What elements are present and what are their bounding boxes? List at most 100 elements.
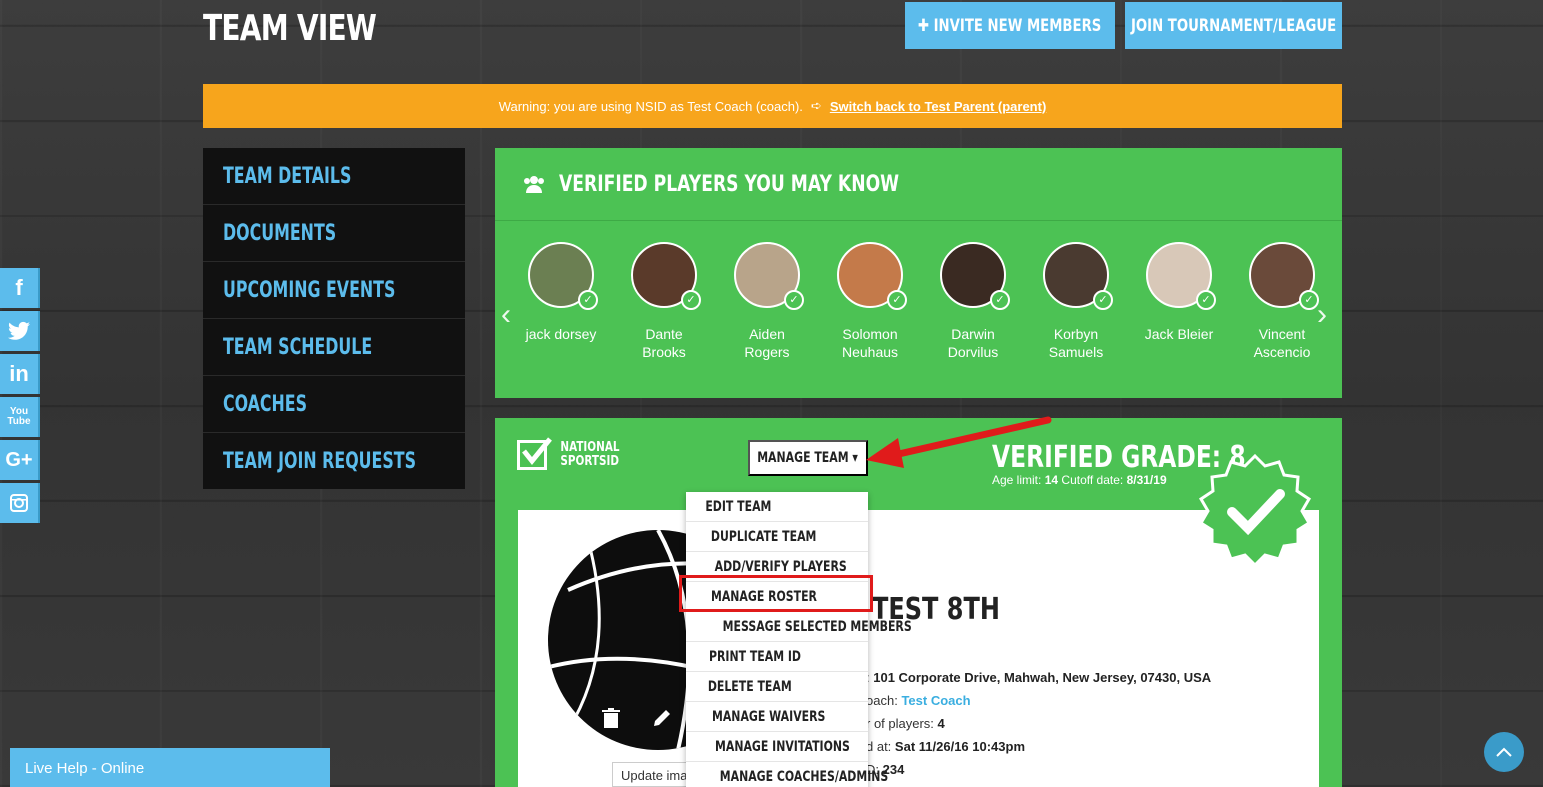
manage-team-label: MANAGE TEAM [757, 450, 850, 466]
carousel-prev-icon[interactable]: ‹ [501, 298, 511, 332]
verified-check-icon: ✓ [578, 290, 598, 310]
manage-roster-highlight [679, 575, 873, 612]
page-title: TEAM VIEW [203, 8, 377, 49]
created-value: Sat 11/26/16 10:43pm [894, 739, 1026, 754]
social-share-bar: f in You Tube G+ [0, 268, 40, 526]
caret-down-icon: ▾ [852, 450, 859, 466]
address-value: 101 Corporate Drive, Mahwah, New Jersey,… [873, 670, 1212, 685]
player-name: Jack Bleier [1144, 326, 1214, 342]
player-card[interactable]: ✓ jack dorsey [516, 242, 606, 343]
update-image-button[interactable]: Update image [612, 762, 692, 787]
sidebar-item-documents[interactable]: DOCUMENTS [203, 205, 465, 262]
players-label: r of players: [866, 716, 934, 731]
created-label: d at: [866, 739, 892, 754]
sidebar-item-team-join-requests[interactable]: TEAM JOIN REQUESTS [203, 433, 465, 490]
player-card[interactable]: ✓ Aiden Rogers [722, 242, 812, 361]
coach-link[interactable]: Test Coach [901, 693, 970, 708]
youtube-icon[interactable]: You Tube [0, 397, 40, 437]
avatar: ✓ [837, 242, 907, 310]
annotation-arrow-icon [866, 416, 1052, 468]
team-created: d at: Sat 11/26/16 10:43pm [866, 739, 1025, 754]
coach-label: oach: [866, 693, 898, 708]
verified-check-icon: ✓ [681, 290, 701, 310]
verified-players-header: VERIFIED PLAYERS YOU MAY KNOW [495, 148, 1342, 221]
cutoff-label: Cutoff date: [1061, 473, 1124, 487]
player-card[interactable]: ✓ Korbyn Samuels [1031, 242, 1121, 361]
pencil-icon[interactable] [652, 708, 672, 728]
player-name: Solomon Neuhaus [841, 326, 899, 360]
menu-item-manage-coaches-admins[interactable]: MANAGE COACHES/ADMINS [686, 762, 889, 787]
team-player-count: r of players: 4 [866, 716, 945, 731]
scroll-to-top-button[interactable] [1484, 732, 1524, 772]
player-name: Dante Brooks [642, 326, 686, 360]
warning-text: Warning: you are using NSID as Test Coac… [498, 98, 803, 114]
plus-icon: ✚ [918, 15, 935, 36]
logo-check-icon [517, 437, 552, 470]
users-icon [524, 176, 544, 193]
avatar: ✓ [1249, 242, 1319, 310]
age-limit-value: 14 [1044, 473, 1059, 487]
player-card[interactable]: ✓ Darwin Dorvilus [928, 242, 1018, 361]
verified-seal-icon [1192, 452, 1318, 583]
sidebar-item-label: UPCOMING EVENTS [223, 277, 396, 303]
avatar: ✓ [1146, 242, 1216, 310]
verified-check-icon: ✓ [1196, 290, 1216, 310]
sidebar-item-label: COACHES [223, 391, 308, 417]
avatar: ✓ [940, 242, 1010, 310]
player-card[interactable]: ✓ Jack Bleier [1134, 242, 1224, 343]
players-value: 4 [937, 716, 945, 731]
player-card[interactable]: ✓ Solomon Neuhaus [825, 242, 915, 361]
player-card[interactable]: ✓ Vincent Ascencio [1237, 242, 1327, 361]
twitter-icon[interactable] [0, 311, 40, 351]
google-plus-icon[interactable]: G+ [0, 440, 40, 480]
player-name: Darwin Dorvilus [947, 326, 999, 360]
player-name: Korbyn Samuels [1048, 326, 1104, 360]
sidebar-item-team-details[interactable]: TEAM DETAILS [203, 148, 465, 205]
switch-back-link[interactable]: Switch back to Test Parent (parent) [830, 99, 1046, 114]
impersonation-warning: Warning: you are using NSID as Test Coac… [203, 84, 1342, 128]
avatar: ✓ [1043, 242, 1113, 310]
cutoff-value: 8/31/19 [1126, 473, 1167, 487]
join-button-label: JOIN TOURNAMENT/LEAGUE [1130, 15, 1337, 36]
verified-check-icon: ✓ [1299, 290, 1319, 310]
sidebar-item-label: TEAM JOIN REQUESTS [223, 449, 416, 474]
invite-new-members-button[interactable]: ✚ INVITE NEW MEMBERS [905, 2, 1115, 49]
manage-team-dropdown: EDIT TEAM DUPLICATE TEAM ADD/VERIFY PLAY… [686, 492, 912, 787]
menu-item-edit-team[interactable]: EDIT TEAM [686, 492, 868, 522]
team-coach: oach: Test Coach [866, 693, 971, 708]
menu-item-duplicate-team[interactable]: DUPLICATE TEAM [686, 522, 868, 552]
manage-team-button[interactable]: MANAGE TEAM ▾ [748, 440, 868, 476]
menu-item-message-selected-members[interactable]: MESSAGE SELECTED MEMBERS [686, 612, 912, 642]
facebook-icon[interactable]: f [0, 268, 40, 308]
trash-icon[interactable] [602, 708, 620, 728]
sidebar-item-label: TEAM SCHEDULE [223, 334, 373, 360]
sidebar-item-upcoming-events[interactable]: UPCOMING EVENTS [203, 262, 465, 319]
verified-players-panel: VERIFIED PLAYERS YOU MAY KNOW ‹ › ✓ jack … [495, 148, 1342, 398]
menu-item-print-team-id[interactable]: PRINT TEAM ID [686, 642, 868, 672]
sidebar: TEAM DETAILS DOCUMENTS UPCOMING EVENTS T… [203, 148, 465, 489]
menu-item-manage-waivers[interactable]: MANAGE WAIVERS [686, 702, 868, 732]
logo-line-2: SPORTSID [560, 454, 619, 469]
sidebar-item-team-schedule[interactable]: TEAM SCHEDULE [203, 319, 465, 376]
verified-check-icon: ✓ [990, 290, 1010, 310]
join-tournament-button[interactable]: JOIN TOURNAMENT/LEAGUE [1125, 2, 1342, 49]
sidebar-item-label: DOCUMENTS [223, 220, 337, 246]
player-name: Aiden Rogers [744, 326, 790, 360]
verified-check-icon: ✓ [887, 290, 907, 310]
sidebar-item-coaches[interactable]: COACHES [203, 376, 465, 433]
player-name: Vincent Ascencio [1253, 326, 1311, 360]
team-address: : 101 Corporate Drive, Mahwah, New Jerse… [866, 670, 1212, 685]
instagram-icon[interactable] [0, 483, 40, 523]
invite-button-label: INVITE NEW MEMBERS [934, 15, 1102, 36]
avatar: ✓ [734, 242, 804, 310]
verified-check-icon: ✓ [784, 290, 804, 310]
logo-line-1: NATIONAL [560, 440, 620, 455]
age-limit-label: Age limit: [992, 473, 1042, 487]
sidebar-item-label: TEAM DETAILS [223, 163, 352, 189]
menu-item-manage-invitations[interactable]: MANAGE INVITATIONS [686, 732, 868, 762]
linkedin-icon[interactable]: in [0, 354, 40, 394]
menu-item-delete-team[interactable]: DELETE TEAM [686, 672, 868, 702]
player-card[interactable]: ✓ Dante Brooks [619, 242, 709, 361]
live-help-button[interactable]: Live Help - Online [10, 748, 330, 787]
national-sportsid-logo: NATIONAL SPORTSID [517, 437, 627, 470]
